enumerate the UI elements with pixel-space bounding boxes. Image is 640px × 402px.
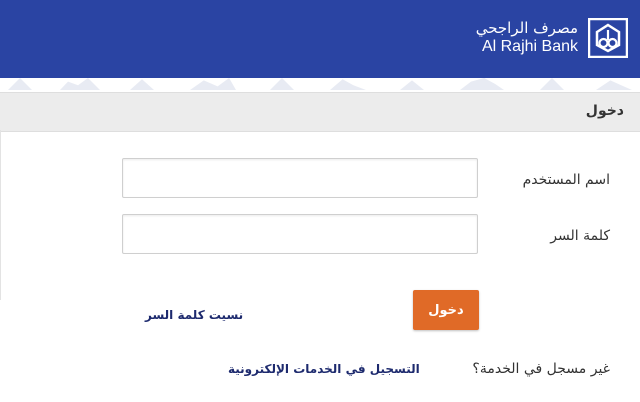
bank-name-english: Al Rajhi Bank xyxy=(481,38,578,55)
bank-name-arabic: مصرف الراجحي xyxy=(475,19,578,37)
decorative-pattern xyxy=(0,78,640,92)
section-header: دخول xyxy=(0,92,640,132)
password-input[interactable] xyxy=(122,214,478,254)
username-label: اسم المستخدم xyxy=(522,172,610,188)
password-label: كلمة السر xyxy=(550,228,610,244)
header-bar: مصرف الراجحي Al Rajhi Bank xyxy=(0,0,640,78)
section-title: دخول xyxy=(585,103,624,119)
not-registered-text: غير مسجل في الخدمة؟ xyxy=(472,361,610,377)
brand-text: مصرف الراجحي Al Rajhi Bank xyxy=(476,19,578,57)
brand[interactable]: مصرف الراجحي Al Rajhi Bank xyxy=(476,16,628,60)
register-link[interactable]: التسجيل في الخدمات الإلكترونية xyxy=(228,362,420,376)
username-input[interactable] xyxy=(122,158,478,198)
divider xyxy=(0,130,1,300)
login-button[interactable]: دخول xyxy=(413,290,479,330)
forgot-password-link[interactable]: نسيت كلمة السر xyxy=(145,308,243,322)
al-rajhi-logo-icon xyxy=(588,18,628,58)
